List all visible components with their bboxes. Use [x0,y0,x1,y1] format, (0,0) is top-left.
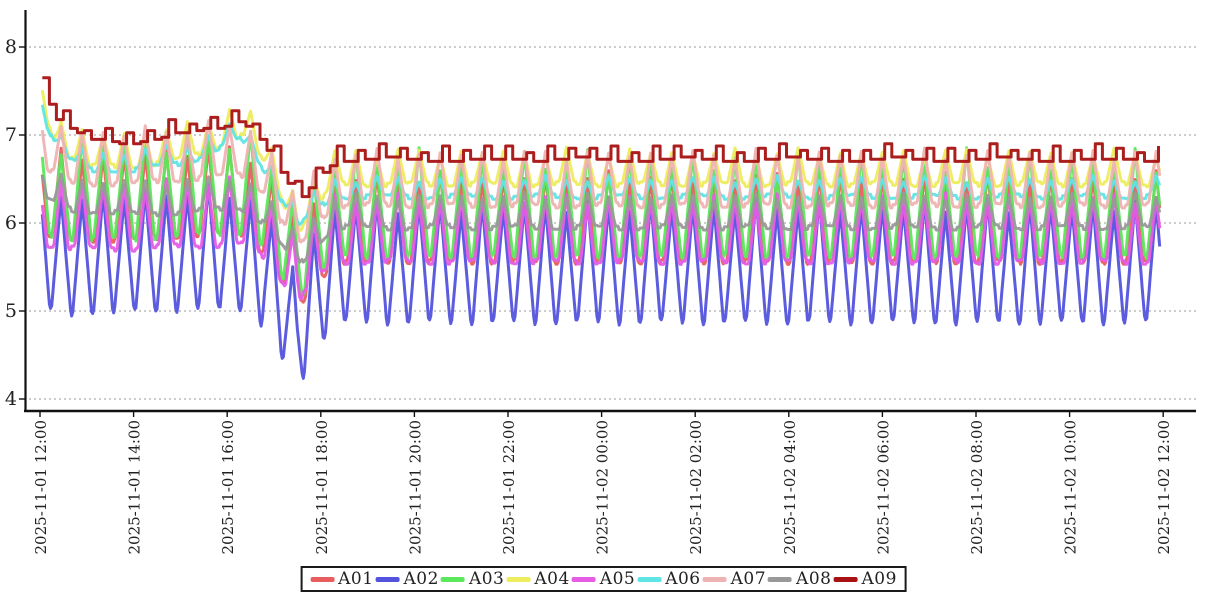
x-tick-label: 2025-11-02 02:00 [687,420,705,554]
y-tick-label: 4 [5,388,17,410]
legend-item-a08[interactable]: A08 [768,569,831,589]
legend-swatch-a07 [703,577,727,582]
legend-swatch-a08 [768,577,792,582]
legend-swatch-a09 [833,577,857,582]
y-tick-label: 6 [5,212,17,234]
legend-label: A01 [338,569,373,589]
legend-item-a02[interactable]: A02 [376,569,439,589]
x-tick-label: 2025-11-02 06:00 [874,420,892,554]
legend-swatch-a02 [376,577,400,582]
legend-label: A08 [796,569,831,589]
legend-swatch-a05 [572,577,596,582]
line-chart: 4 5 6 7 8 2025-11-01 12:00 2025-11-01 14:00 202… [0,0,1207,600]
legend-label: A05 [600,569,635,589]
legend-label: A09 [861,569,896,589]
legend-swatch-a04 [506,577,530,582]
legend-swatch-a03 [441,577,465,582]
legend-item-a07[interactable]: A07 [703,569,766,589]
legend-item-a05[interactable]: A05 [572,569,635,589]
legend-label: A07 [731,569,766,589]
x-tick-label: 2025-11-01 14:00 [126,420,144,554]
x-tick-label: 2025-11-01 20:00 [406,420,424,554]
chart-canvas: 4 5 6 7 8 2025-11-01 12:00 2025-11-01 14:00 202… [0,0,1207,600]
legend-label: A04 [534,569,569,589]
legend-item-a04[interactable]: A04 [506,569,569,589]
x-tick-label: 2025-11-02 10:00 [1062,420,1080,554]
x-tick-label: 2025-11-01 22:00 [500,420,518,554]
y-tick-label: 7 [5,124,17,146]
chart-legend: A01 A02 A03 A04 A05 A06 A07 A08 A09 [300,566,907,592]
legend-swatch-a06 [637,577,661,582]
x-tick-label: 2025-11-01 16:00 [219,420,237,554]
legend-label: A03 [469,569,504,589]
legend-item-a06[interactable]: A06 [637,569,700,589]
legend-label: A02 [404,569,439,589]
legend-item-a09[interactable]: A09 [833,569,896,589]
x-tick-label: 2025-11-02 08:00 [968,420,986,554]
x-tick-label: 2025-11-01 12:00 [32,420,50,554]
x-tick-label: 2025-11-02 04:00 [781,420,799,554]
x-tick-label: 2025-11-02 12:00 [1155,420,1173,554]
y-tick-label: 5 [5,300,17,322]
legend-label: A06 [665,569,700,589]
y-tick-label: 8 [5,36,17,58]
x-tick-label: 2025-11-01 18:00 [313,420,331,554]
legend-item-a03[interactable]: A03 [441,569,504,589]
x-tick-label: 2025-11-02 00:00 [594,420,612,554]
legend-item-a01[interactable]: A01 [310,569,373,589]
legend-swatch-a01 [310,577,334,582]
